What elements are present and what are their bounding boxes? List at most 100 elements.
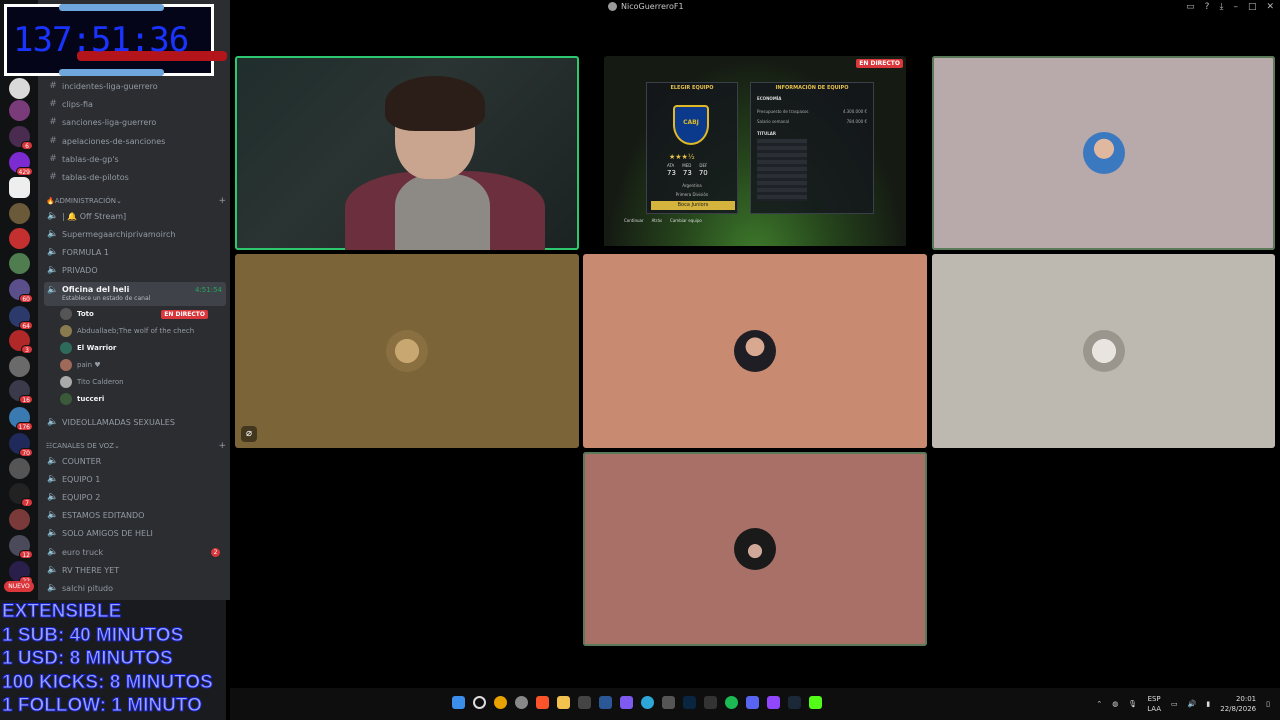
voice-channel[interactable]: 🔈 FORMULA 1 [46,244,226,260]
help-icon[interactable]: ? [1205,2,1210,12]
participant-tile[interactable] [932,254,1275,448]
minimize-icon[interactable]: – [1233,2,1238,12]
server-icon[interactable] [9,177,30,198]
avatar [60,393,72,405]
voice-user[interactable]: Toto EN DIRECTO [60,306,226,322]
server-icon[interactable]: 64 [9,306,33,330]
spotify-icon[interactable] [725,696,738,709]
text-channel[interactable]: # sanciones-liga-guerrero [46,114,226,130]
voice-channel[interactable]: 🔈 euro truck 2 [46,544,226,560]
photoshop-icon[interactable] [683,696,696,709]
voice-channel[interactable]: 🔈 Supermegaarchiprivamoirch [46,226,226,242]
voice-channel[interactable]: 🔈 ESTAMOS EDITANDO [46,507,226,523]
app-icon[interactable] [620,696,633,709]
avatar [386,330,428,372]
server-icon[interactable]: 60 [9,279,33,303]
file-explorer-icon[interactable] [557,696,570,709]
window-titlebar: NicoGuerreroF1 ▭ ? ⤓ – □ ✕ [230,0,1280,17]
server-icon[interactable]: 6 [9,126,33,150]
add-channel-icon[interactable]: + [218,441,226,451]
live-badge: EN DIRECTO [161,309,208,319]
language-indicator[interactable]: ESP LAA [1147,694,1161,714]
server-icon[interactable] [9,78,30,99]
server-icon[interactable] [9,509,30,530]
close-icon[interactable]: ✕ [1266,2,1274,12]
voice-user[interactable]: Abduallaeb;The wolf of the chech [60,323,226,339]
category-administracion[interactable]: 🔥 ADMINISTRACIÓN ⌄ + [46,195,226,207]
app-icon[interactable] [662,696,675,709]
timer-digits: 137:51:36 [13,20,189,60]
clock-date: 22/8/2026 [1220,705,1257,713]
text-channel[interactable]: # tablas-de-pilotos [46,169,226,185]
start-icon[interactable] [452,696,465,709]
participant-tile[interactable]: ⌀ [235,254,579,448]
chevron-up-icon[interactable]: ⌃ [1096,700,1102,708]
inbox-icon[interactable]: ▭ [1186,2,1195,12]
microphone-icon[interactable]: 🎙 [1128,700,1137,708]
steam-icon[interactable] [788,696,801,709]
text-channel[interactable]: # apelaciones-de-sanciones [46,133,226,149]
chrome-icon[interactable] [494,696,507,709]
app-icon[interactable] [515,696,528,709]
app-icon[interactable] [578,696,591,709]
mention-badge: 3 [21,345,33,354]
voice-user[interactable]: tucceri [60,391,226,407]
twitch-icon[interactable] [767,696,780,709]
voice-user[interactable]: pain ♥ [60,357,226,373]
brave-icon[interactable] [536,696,549,709]
server-icon[interactable] [9,100,30,121]
voice-channel[interactable]: 🔈 SOLO AMIGOS DE HELI [46,525,226,541]
voice-channel[interactable]: 🔈 salchi pitudo [46,580,226,596]
channel-status[interactable]: Establece un estado de canal [62,295,150,302]
voice-channel[interactable]: 🔈 VIDEOLLAMADAS SEXUALES [46,414,226,430]
edge-icon[interactable] [641,696,654,709]
server-icon[interactable]: 70 [9,433,33,457]
voice-channel[interactable]: 🔈 COUNTER [46,453,226,469]
app-icon[interactable] [704,696,717,709]
text-channel[interactable]: # tablas-de-gp's [46,151,226,167]
text-channel[interactable]: # incidentes-liga-guerrero [46,78,226,94]
network-app-icon[interactable]: ◍ [1112,700,1118,708]
voice-channel[interactable]: 🔈 EQUIPO 1 [46,471,226,487]
voice-channel[interactable]: 🔈 EQUIPO 2 [46,489,226,505]
add-channel-icon[interactable]: + [218,196,226,206]
server-icon[interactable] [9,228,30,249]
participant-tile[interactable] [932,56,1275,250]
server-icon[interactable] [9,458,30,479]
volume-icon[interactable]: 🔊 [1188,700,1197,708]
clock[interactable]: 20:01 22/8/2026 [1220,694,1256,714]
voice-channel[interactable]: 🔈 RV THERE YET [46,562,226,578]
server-icon[interactable] [9,356,30,377]
download-icon[interactable]: ⤓ [1219,2,1223,12]
server-icon[interactable]: 7 [9,483,33,507]
battery-icon[interactable]: ▮ [1206,700,1210,708]
notification-icon[interactable]: ▯ [1266,700,1270,708]
server-icon[interactable]: 22 [9,561,33,585]
monitor-icon[interactable]: ▭ [1171,700,1178,708]
user-name: El Warrior [77,344,117,352]
maximize-icon[interactable]: □ [1248,2,1257,12]
server-icon[interactable]: 176 [9,407,33,431]
server-icon[interactable] [9,203,30,224]
text-channel[interactable]: # clips-fia [46,96,226,112]
discord-icon[interactable] [746,696,759,709]
kick-icon[interactable] [809,696,822,709]
voice-channel[interactable]: 🔈 | 🔔 Off Stream] [46,208,226,224]
participant-tile[interactable] [583,452,927,646]
voice-channel[interactable]: 🔈 PRIVADO [46,262,226,278]
screenshare-tile[interactable]: ELEGIR EQUIPO CABJ ★★★½ ATA MED DEF 73 73 70… [604,56,906,248]
mention-badge: 176 [15,422,33,431]
word-icon[interactable] [599,696,612,709]
server-icon[interactable]: 3 [9,330,33,354]
server-icon[interactable]: 16 [9,380,33,404]
active-voice-channel[interactable]: 🔈 Oficina del heli Establece un estado d… [44,282,226,306]
server-icon[interactable] [9,253,30,274]
category-canales-de-voz[interactable]: ☷ CANALES DE VOZ ⌄ + [46,440,226,452]
voice-user[interactable]: El Warrior [60,340,226,356]
webcam-tile[interactable] [235,56,579,250]
search-icon[interactable] [473,696,486,709]
server-icon[interactable]: 12 [9,535,33,559]
server-icon[interactable]: 429 [9,152,33,176]
participant-tile[interactable] [583,254,927,448]
voice-user[interactable]: Tito Calderon [60,374,226,390]
